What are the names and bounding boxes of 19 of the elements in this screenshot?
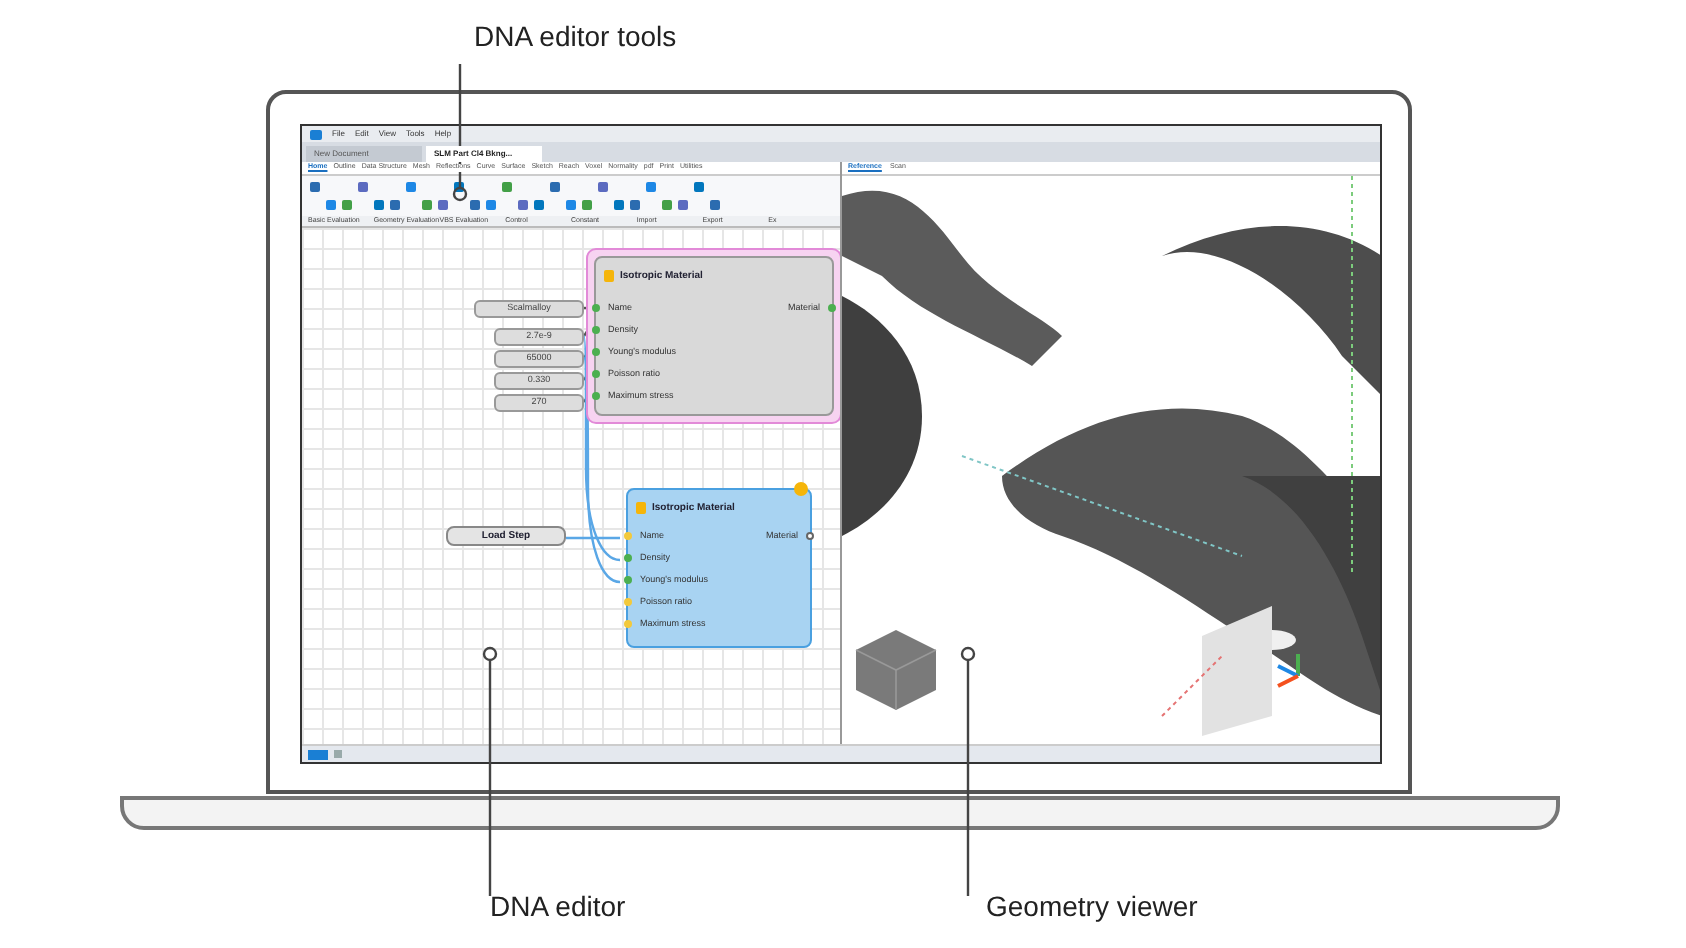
input-port[interactable]	[624, 620, 632, 629]
callout-label: Geometry viewer	[986, 892, 1198, 920]
axis-triad-icon	[1274, 652, 1306, 688]
node-icon	[604, 270, 614, 282]
input-port[interactable]	[592, 348, 600, 357]
input-port[interactable]	[592, 392, 600, 401]
node-icon	[636, 502, 646, 514]
input-port[interactable]	[592, 304, 600, 313]
callout-label: DNA editor	[490, 892, 626, 920]
input-port[interactable]	[592, 326, 600, 335]
app-logo-icon	[310, 129, 322, 139]
callout-label: DNA editor tools	[474, 22, 677, 50]
output-port[interactable]	[806, 532, 814, 541]
input-port[interactable]	[624, 554, 632, 563]
view-cube-icon[interactable]	[854, 628, 938, 712]
input-port[interactable]	[624, 598, 632, 607]
input-port[interactable]	[592, 370, 600, 379]
input-port[interactable]	[624, 576, 632, 585]
input-port[interactable]	[624, 532, 632, 541]
